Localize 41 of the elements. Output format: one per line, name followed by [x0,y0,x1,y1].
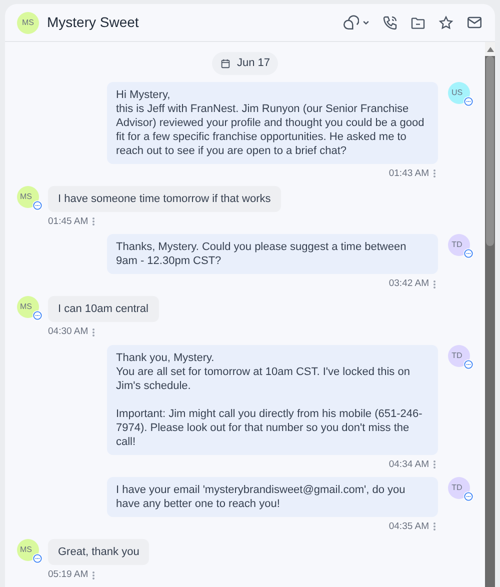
message-bubble: Great, thank you [48,539,150,565]
chat-badge-icon [32,200,43,211]
more-icon[interactable] [92,328,96,337]
more-icon[interactable] [433,460,436,470]
caret-icon[interactable] [362,18,370,26]
chat-menu-button[interactable] [342,14,370,31]
contact-avatar: MS [17,12,39,34]
more-icon[interactable] [92,570,96,580]
chat-badge-icon [463,248,474,259]
date-chip: Jun 17 [212,52,278,74]
message-time: 05:19 AM [48,568,88,582]
message-time: 04:34 AM [388,458,429,472]
message-bubble: I have your email 'mysterybrandisweet@gmail.com', do you have any better one to reach you! [107,476,438,517]
chat-badge-icon [463,490,474,502]
message-time: 01:43 AM [388,166,429,180]
chat-badge-icon [463,96,474,106]
more-icon[interactable] [433,169,436,178]
message-bubble: I have someone time tomorrow if that works [48,186,281,212]
message-bubble: Hi Mystery, this is Jeff with FranNest. Jim Runyon (our Senior Franchise Advisor) reviewed your profile and thought you could be a good fit for a few specific franchise opportunities. He asked me to reach out to see if you are open to a brief chat? [107,82,438,164]
calendar-icon [220,58,231,69]
chat-badge-icon [32,553,43,564]
message-time: 04:30 AM [48,325,88,340]
scroll-up-icon[interactable] [486,46,494,52]
message-bubble: Thank you, Mystery. You are all set for tomorrow at 10am CST. I've locked this on Jim's schedule. Important: Jim might call you directly from his mobile (651-246-7974). Please look out for that number so you don't miss the call! [107,344,438,454]
scrollbar-thumb[interactable] [486,56,494,246]
phone-icon[interactable] [382,14,398,30]
folder-icon[interactable] [410,14,426,30]
more-icon[interactable] [92,217,96,226]
contact-name: Mystery Sweet [47,13,139,32]
chat-badge-icon [463,358,474,370]
message-time: 04:35 AM [388,520,429,534]
more-icon[interactable] [433,280,436,289]
mail-icon[interactable] [466,14,483,31]
message-bubble: I can 10am central [48,296,158,322]
message-time: 03:42 AM [388,277,429,291]
more-icon[interactable] [433,522,436,532]
scrollbar[interactable] [485,42,495,587]
chat-badge-icon [32,310,43,322]
message-time: 01:45 AM [48,214,88,229]
star-icon[interactable] [438,14,454,30]
message-bubble: Thanks, Mystery. Could you please suggest a time between 9am - 12.30pm CST? [107,234,438,274]
